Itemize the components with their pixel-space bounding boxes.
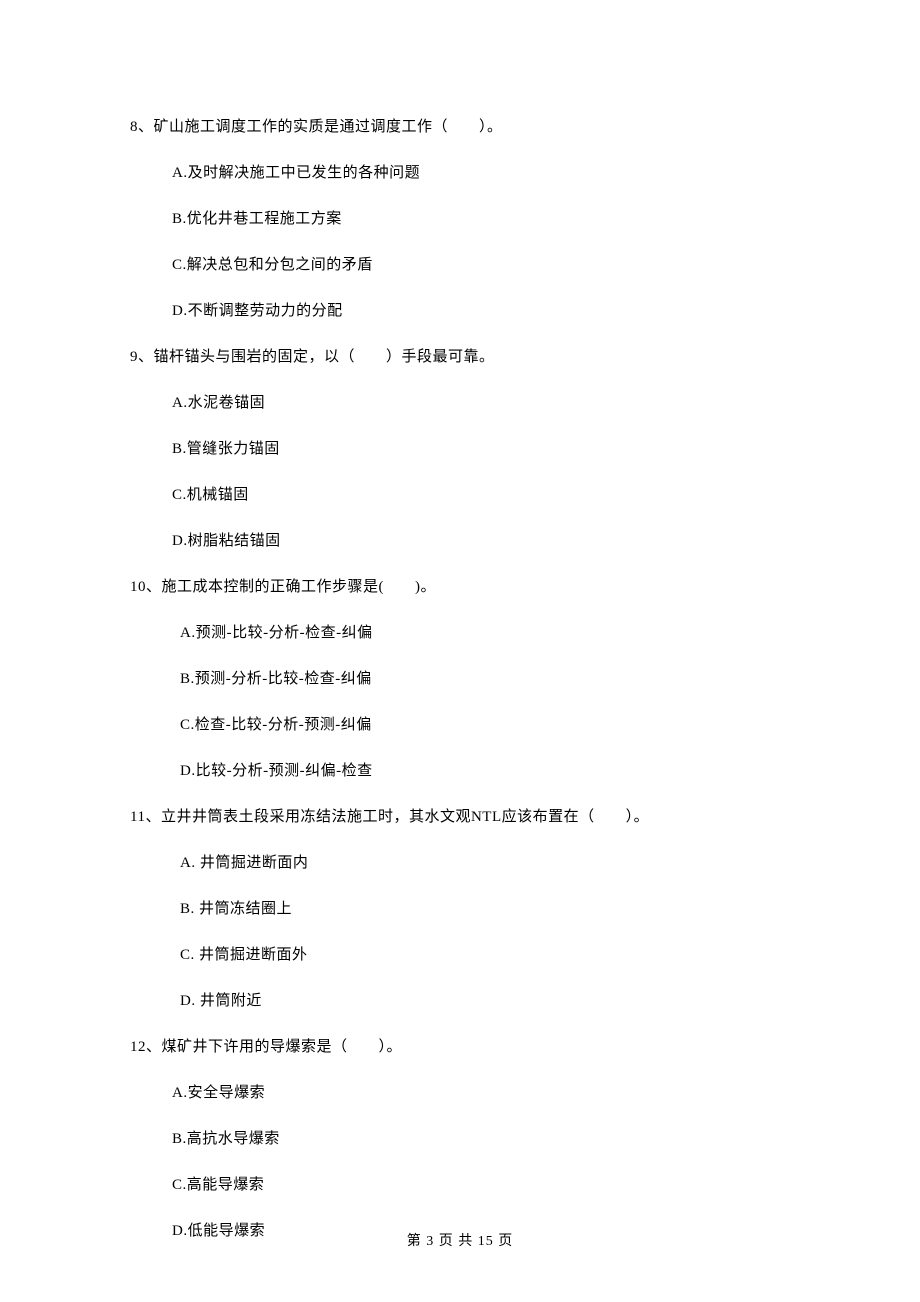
option-d: D.比较-分析-预测-纠偏-检查 [180,759,790,783]
option-b: B.管缝张力锚固 [172,437,790,461]
option-c: C.解决总包和分包之间的矛盾 [172,253,790,277]
question-stem: 8、矿山施工调度工作的实质是通过调度工作（ ）。 [130,115,790,139]
option-b: B.优化井巷工程施工方案 [172,207,790,231]
option-c: C.机械锚固 [172,483,790,507]
option-c: C. 井筒掘进断面外 [180,943,790,967]
option-c: C.高能导爆索 [172,1173,790,1197]
question-12: 12、煤矿井下许用的导爆索是（ ）。 A.安全导爆索 B.高抗水导爆索 C.高能… [130,1035,790,1243]
question-stem: 11、立井井筒表土段采用冻结法施工时，其水文观NTL应该布置在（ ）。 [130,805,790,829]
document-content: 8、矿山施工调度工作的实质是通过调度工作（ ）。 A.及时解决施工中已发生的各种… [0,0,920,1243]
option-d: D.树脂粘结锚固 [172,529,790,553]
option-a: A.预测-比较-分析-检查-纠偏 [180,621,790,645]
option-d: D. 井筒附近 [180,989,790,1013]
option-b: B.高抗水导爆索 [172,1127,790,1151]
option-b: B.预测-分析-比较-检查-纠偏 [180,667,790,691]
question-stem: 12、煤矿井下许用的导爆索是（ ）。 [130,1035,790,1059]
option-a: A. 井筒掘进断面内 [180,851,790,875]
question-10: 10、施工成本控制的正确工作步骤是( )。 A.预测-比较-分析-检查-纠偏 B… [130,575,790,783]
question-stem: 10、施工成本控制的正确工作步骤是( )。 [130,575,790,599]
option-b: B. 井筒冻结圈上 [180,897,790,921]
option-d: D.不断调整劳动力的分配 [172,299,790,323]
question-8: 8、矿山施工调度工作的实质是通过调度工作（ ）。 A.及时解决施工中已发生的各种… [130,115,790,323]
question-11: 11、立井井筒表土段采用冻结法施工时，其水文观NTL应该布置在（ ）。 A. 井… [130,805,790,1013]
question-9: 9、锚杆锚头与围岩的固定，以（ ）手段最可靠。 A.水泥卷锚固 B.管缝张力锚固… [130,345,790,553]
option-a: A.水泥卷锚固 [172,391,790,415]
question-stem: 9、锚杆锚头与围岩的固定，以（ ）手段最可靠。 [130,345,790,369]
option-c: C.检查-比较-分析-预测-纠偏 [180,713,790,737]
page-footer: 第 3 页 共 15 页 [0,1230,920,1250]
option-a: A.及时解决施工中已发生的各种问题 [172,161,790,185]
option-a: A.安全导爆索 [172,1081,790,1105]
